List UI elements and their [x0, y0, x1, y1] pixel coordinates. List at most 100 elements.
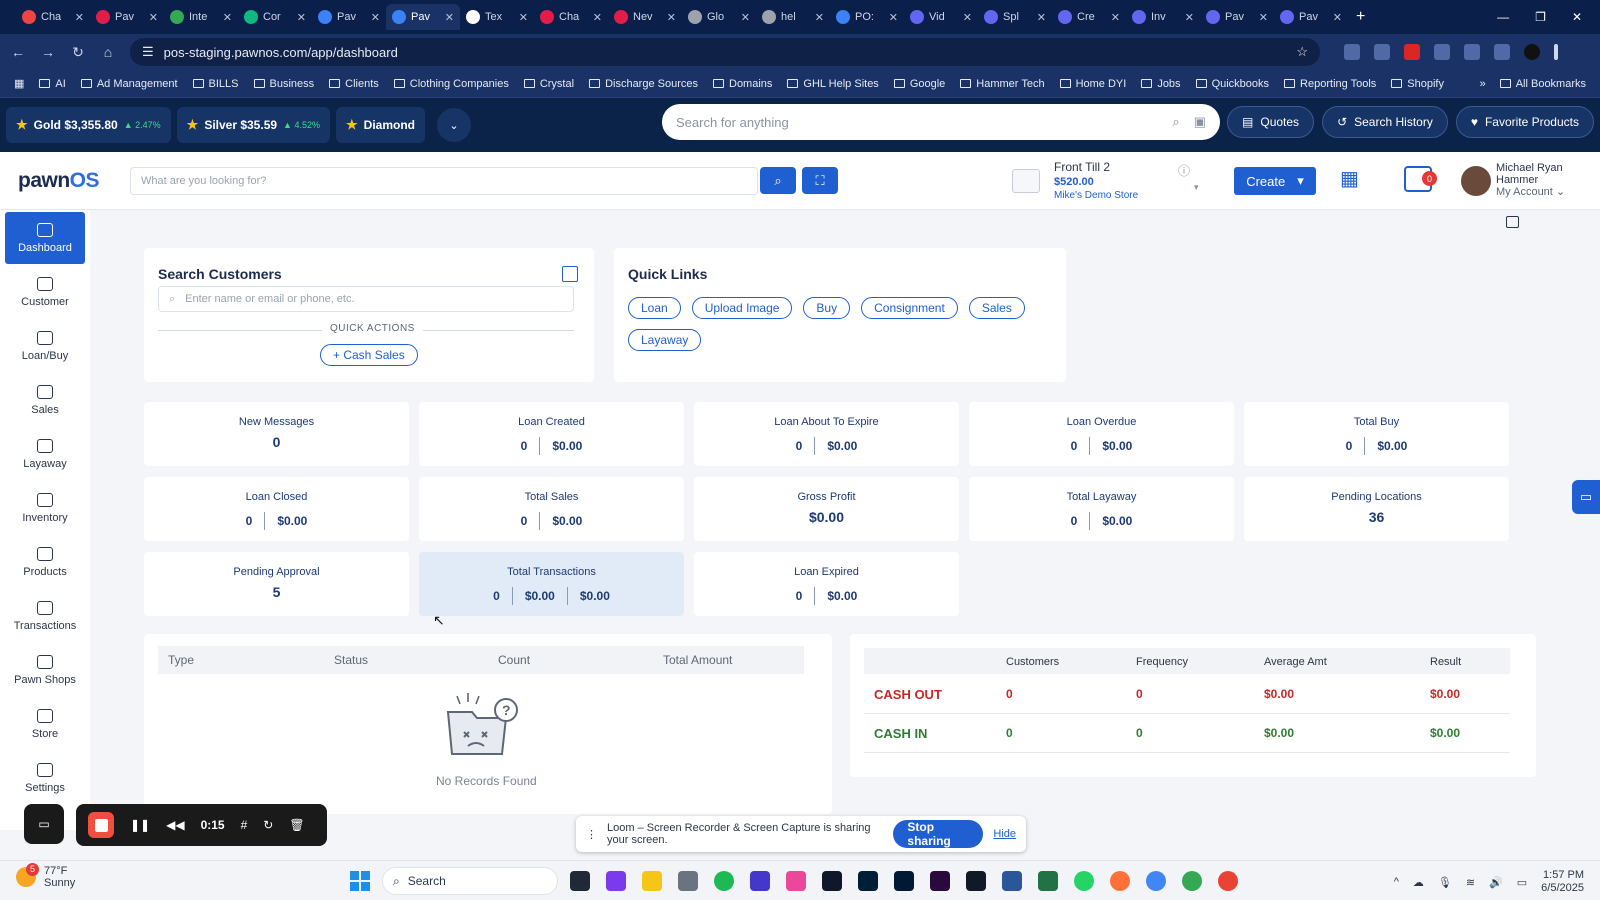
bookmark-folder[interactable]: Quickbooks [1195, 78, 1269, 90]
create-button[interactable]: Create ▾ [1234, 167, 1316, 195]
new-tab-icon[interactable]: + [1356, 8, 1365, 26]
chrome-icon[interactable] [1146, 871, 1166, 891]
sidebar-item-dashboard[interactable]: Dashboard [5, 212, 85, 264]
close-tab-icon[interactable]: ✕ [1259, 11, 1268, 24]
search-icon[interactable]: ⌕ [1172, 114, 1179, 130]
browser-tab[interactable]: Glo ✕ [682, 4, 756, 30]
browser-tab[interactable]: Cha ✕ [534, 4, 608, 30]
quick-link-layaway[interactable]: Layaway [628, 329, 702, 351]
file-explorer-icon[interactable] [642, 871, 662, 891]
info-icon[interactable]: ⓘ [1178, 162, 1190, 179]
clock[interactable]: 1:57 PM 6/5/2025 [1541, 869, 1584, 895]
drawing-grid-icon[interactable]: # [241, 818, 248, 832]
search-history-button[interactable]: ↺ Search History [1322, 106, 1448, 138]
apps-grid-icon[interactable]: ▦ [14, 77, 24, 90]
whatsapp-icon[interactable] [1074, 871, 1094, 891]
sidebar-item-products[interactable]: Products [5, 536, 85, 588]
loom-camera-button[interactable]: ▭ [24, 804, 64, 844]
back-icon[interactable]: ← [10, 44, 26, 60]
app-icon[interactable] [750, 871, 770, 891]
quick-link-sales[interactable]: Sales [968, 297, 1025, 319]
sidebar-item-layaway[interactable]: Layaway [5, 428, 85, 480]
pause-icon[interactable]: ❚❚ [130, 818, 150, 832]
more-bookmarks-icon[interactable]: » [1480, 78, 1486, 90]
close-tab-icon[interactable]: ✕ [223, 11, 232, 24]
silver-price-chip[interactable]: ★ Silver $35.59 ▲ 4.52% [176, 107, 330, 143]
sidebar-item-settings[interactable]: Settings [5, 752, 85, 804]
quotes-button[interactable]: ▤ Quotes [1227, 106, 1315, 138]
close-tab-icon[interactable]: ✕ [1037, 11, 1046, 24]
task-view-icon[interactable] [570, 871, 590, 891]
global-search-input[interactable]: Search for anything ⌕ ▣ [662, 104, 1220, 140]
volume-icon[interactable]: 🔊 [1489, 876, 1503, 889]
bookmark-folder[interactable]: Crystal [523, 78, 574, 90]
bookmark-folder[interactable]: Discharge Sources [589, 78, 698, 90]
till-selector[interactable]: Front Till 2 $520.00 Mike's Demo Store ⓘ… [1012, 160, 1199, 201]
bookmark-folder[interactable]: GHL Help Sites [787, 78, 879, 90]
word-icon[interactable] [1002, 871, 1022, 891]
stat-card-total-buy[interactable]: Total Buy 0 $0.00 [1244, 402, 1509, 466]
chrome-icon[interactable] [1218, 871, 1238, 891]
microphone-icon[interactable]: 🎙 [1438, 876, 1452, 889]
quick-link-buy[interactable]: Buy [803, 297, 851, 319]
browser-tab[interactable]: Pav ✕ [1200, 4, 1274, 30]
bookmark-folder[interactable]: Reporting Tools [1284, 78, 1376, 90]
bookmark-folder[interactable]: Jobs [1141, 78, 1181, 90]
firefox-icon[interactable] [1110, 871, 1130, 891]
close-tab-icon[interactable]: ✕ [1111, 11, 1120, 24]
browser-tab[interactable]: Vid ✕ [904, 4, 978, 30]
browser-tab[interactable]: Pav ✕ [386, 4, 460, 30]
windows-start-icon[interactable] [350, 871, 370, 891]
browser-tab[interactable]: Inte ✕ [164, 4, 238, 30]
chevron-down-icon[interactable]: ▾ [1194, 182, 1199, 193]
app-icon[interactable] [606, 871, 626, 891]
url-bar[interactable]: ☰ pos-staging.pawnos.com/app/dashboard ☆ [130, 38, 1320, 66]
close-tab-icon[interactable]: ✕ [149, 11, 158, 24]
stat-card-loan-about-to-expire[interactable]: Loan About To Expire 0 $0.00 [694, 402, 959, 466]
customer-search-input[interactable]: ⌕ Enter name or email or phone, etc. [158, 286, 574, 312]
rush-icon[interactable] [930, 871, 950, 891]
bookmark-folder[interactable]: Clothing Companies [393, 78, 509, 90]
calendar-icon[interactable] [1506, 216, 1519, 228]
sidebar-item-transactions[interactable]: Transactions [5, 590, 85, 642]
home-icon[interactable]: ⌂ [100, 44, 116, 60]
close-tab-icon[interactable]: ✕ [519, 11, 528, 24]
close-tab-icon[interactable]: ✕ [371, 11, 380, 24]
browser-tab[interactable]: Pav ✕ [312, 4, 386, 30]
browser-tab[interactable]: PO: ✕ [830, 4, 904, 30]
stat-card-loan-overdue[interactable]: Loan Overdue 0 $0.00 [969, 402, 1234, 466]
calculator-icon[interactable] [678, 871, 698, 891]
chevron-down-icon[interactable]: ⌄ [437, 108, 471, 142]
stat-card-loan-created[interactable]: Loan Created 0 $0.00 [419, 402, 684, 466]
wifi-icon[interactable]: ≋ [1466, 876, 1475, 889]
search-button[interactable]: ⌕ [760, 167, 796, 194]
app-icon[interactable] [822, 871, 842, 891]
chat-icon[interactable]: ▭ [1572, 480, 1600, 514]
photoshop-icon[interactable] [858, 871, 878, 891]
bookmark-folder[interactable]: Clients [329, 78, 379, 90]
hide-link[interactable]: Hide [993, 828, 1016, 840]
pawnos-logo[interactable]: pawnOS [18, 169, 128, 193]
chrome-icon[interactable] [1182, 871, 1202, 891]
site-info-icon[interactable]: ☰ [142, 44, 154, 60]
sidebar-item-sales[interactable]: Sales [5, 374, 85, 426]
all-bookmarks[interactable]: All Bookmarks [1499, 78, 1586, 90]
edit-icon[interactable] [562, 266, 578, 282]
stat-card-total-layaway[interactable]: Total Layaway 0 $0.00 [969, 477, 1234, 541]
avatar[interactable] [1461, 166, 1491, 196]
weather-widget[interactable]: 77°F Sunny [16, 865, 75, 889]
minimize-icon[interactable]: — [1497, 10, 1509, 24]
profile-avatar-icon[interactable] [1524, 44, 1540, 60]
chevron-up-icon[interactable]: ^ [1394, 876, 1399, 888]
bookmark-star-icon[interactable]: ☆ [1296, 44, 1308, 60]
maximize-icon[interactable]: ❐ [1535, 10, 1546, 24]
extension-icon[interactable] [1374, 44, 1390, 60]
cloud-icon[interactable]: ☁ [1413, 876, 1424, 889]
battery-icon[interactable]: ▭ [1517, 876, 1527, 889]
stop-recording-button[interactable] [88, 812, 114, 838]
scan-button[interactable]: ⛶ [802, 167, 838, 194]
bookmark-folder[interactable]: Shopify [1391, 78, 1444, 90]
quick-link-loan[interactable]: Loan [628, 297, 681, 319]
bookmark-folder[interactable]: Google [893, 78, 945, 90]
bookmark-folder[interactable]: Business [253, 78, 314, 90]
